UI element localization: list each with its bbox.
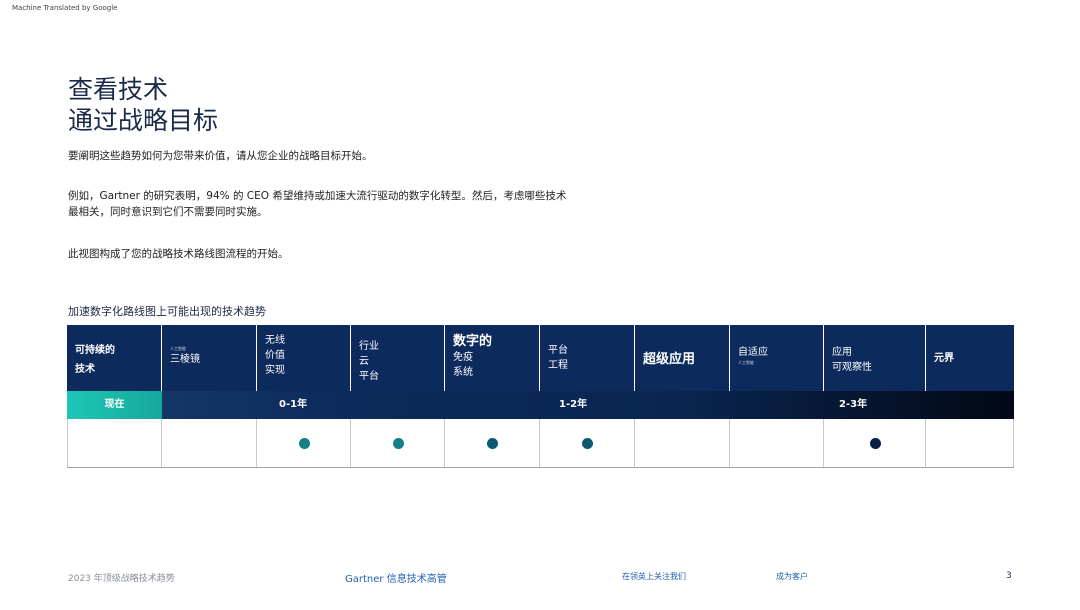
trend-name-line: 三棱镜 xyxy=(170,354,200,365)
adoption-dot xyxy=(392,438,404,449)
trend-name-line: 数字的 xyxy=(453,334,493,349)
footer-report-title: 2023 年顶级战略技术趋势 xyxy=(68,574,175,584)
footer-linkedin-link[interactable]: 在领英上关注我们 xyxy=(622,571,686,582)
trend-name-line: 可持续的 xyxy=(75,345,115,356)
adoption-cell xyxy=(67,419,162,467)
adoption-cell xyxy=(257,419,351,467)
trend-header-cell: 应用 可观察性 xyxy=(824,325,926,391)
trend-header-cell: 行业云平台 xyxy=(351,325,445,391)
trend-header-cell: 无线 价值 实现 xyxy=(257,325,351,391)
adoption-cell xyxy=(351,419,445,467)
adoption-cell xyxy=(445,419,540,467)
trend-header-row: 可持续的 技术 人工智能 三棱镜 无线 价值 实现 行业云平台 数字的 免疫 系统 平台 工程 超级应用自… xyxy=(67,325,1014,391)
trend-name-line: 技术 xyxy=(75,364,95,375)
adoption-dot xyxy=(487,438,498,449)
title-line-2: 通过战略目标 xyxy=(68,106,219,135)
trend-header-cell: 平台 工程 xyxy=(540,325,635,391)
trend-header-cell: 可持续的 技术 xyxy=(67,325,162,391)
trend-name-line: 免疫 xyxy=(453,352,473,363)
trend-header-cell: 元界 xyxy=(926,325,1014,391)
trend-name-line: 应用 xyxy=(832,347,852,358)
adoption-dot xyxy=(298,438,310,449)
adoption-dot xyxy=(582,438,593,449)
timeline-bar: 现在 0-1年 1-2年 2-3年 xyxy=(67,391,1014,419)
trend-name-line: 实现 xyxy=(265,365,285,376)
timeline-1-2-year: 1-2年 xyxy=(559,399,588,410)
trend-name-line: 平台 xyxy=(359,371,379,382)
example-paragraph: 例如，Gartner 的研究表明，94% 的 CEO 希望维持或加速大流行驱动的… xyxy=(68,190,567,218)
trend-name-line: 工程 xyxy=(548,360,568,371)
table-caption: 加速数字化路线图上可能出现的技术趋势 xyxy=(68,305,266,318)
trend-name-line: 可观察性 xyxy=(832,362,872,373)
timeline-0-1-year: 0-1年 xyxy=(279,399,308,410)
timeline-now: 现在 xyxy=(67,391,162,419)
trend-name-line: 系统 xyxy=(453,367,473,378)
adoption-cell xyxy=(540,419,635,467)
adoption-cell xyxy=(824,419,926,467)
timeline-2-3-year: 2-3年 xyxy=(839,399,868,410)
trend-header-cell: 人工智能 三棱镜 xyxy=(162,325,257,391)
intro-paragraph: 要阐明这些趋势如何为您带来价值，请从您企业的战略目标开始。 xyxy=(68,150,373,162)
adoption-row xyxy=(67,419,1014,468)
trend-header-cell: 超级应用 xyxy=(635,325,730,391)
adoption-cell xyxy=(730,419,824,467)
slide-title: 查看技术 通过战略目标 xyxy=(68,74,218,136)
trend-header-cell: 自适应 人工智能 xyxy=(730,325,824,391)
trend-name-line: 元界 xyxy=(934,353,954,364)
trend-name-line: 价值 xyxy=(265,350,285,361)
footer-gartner-label[interactable]: Gartner 信息技术高管 xyxy=(345,570,447,585)
trend-name-line: 无线 xyxy=(265,335,285,346)
title-line-1: 查看技术 xyxy=(68,75,169,104)
trend-tag: 人工智能 xyxy=(738,360,754,365)
trend-header-cell: 数字的 免疫 系统 xyxy=(445,325,540,391)
trend-name-line: 行业 xyxy=(359,341,379,352)
adoption-cell xyxy=(926,419,1014,467)
machine-translated-note: Machine Translated by Google xyxy=(12,4,118,12)
roadmap-paragraph: 此视图构成了您的战略技术路线图流程的开始。 xyxy=(68,248,289,260)
trend-name-line: 超级应用 xyxy=(643,352,696,367)
adoption-dot xyxy=(869,438,881,449)
roadmap-table: 可持续的 技术 人工智能 三棱镜 无线 价值 实现 行业云平台 数字的 免疫 系统 平台 工程 超级应用自… xyxy=(67,325,1014,468)
page-number: 3 xyxy=(1006,571,1012,581)
trend-name-line: 平台 xyxy=(548,345,568,356)
trend-name-line: 云 xyxy=(359,356,369,367)
footer-become-client-link[interactable]: 成为客户 xyxy=(776,571,808,582)
adoption-cell xyxy=(635,419,730,467)
trend-name-line: 自适应 xyxy=(738,347,768,358)
adoption-cell xyxy=(162,419,257,467)
